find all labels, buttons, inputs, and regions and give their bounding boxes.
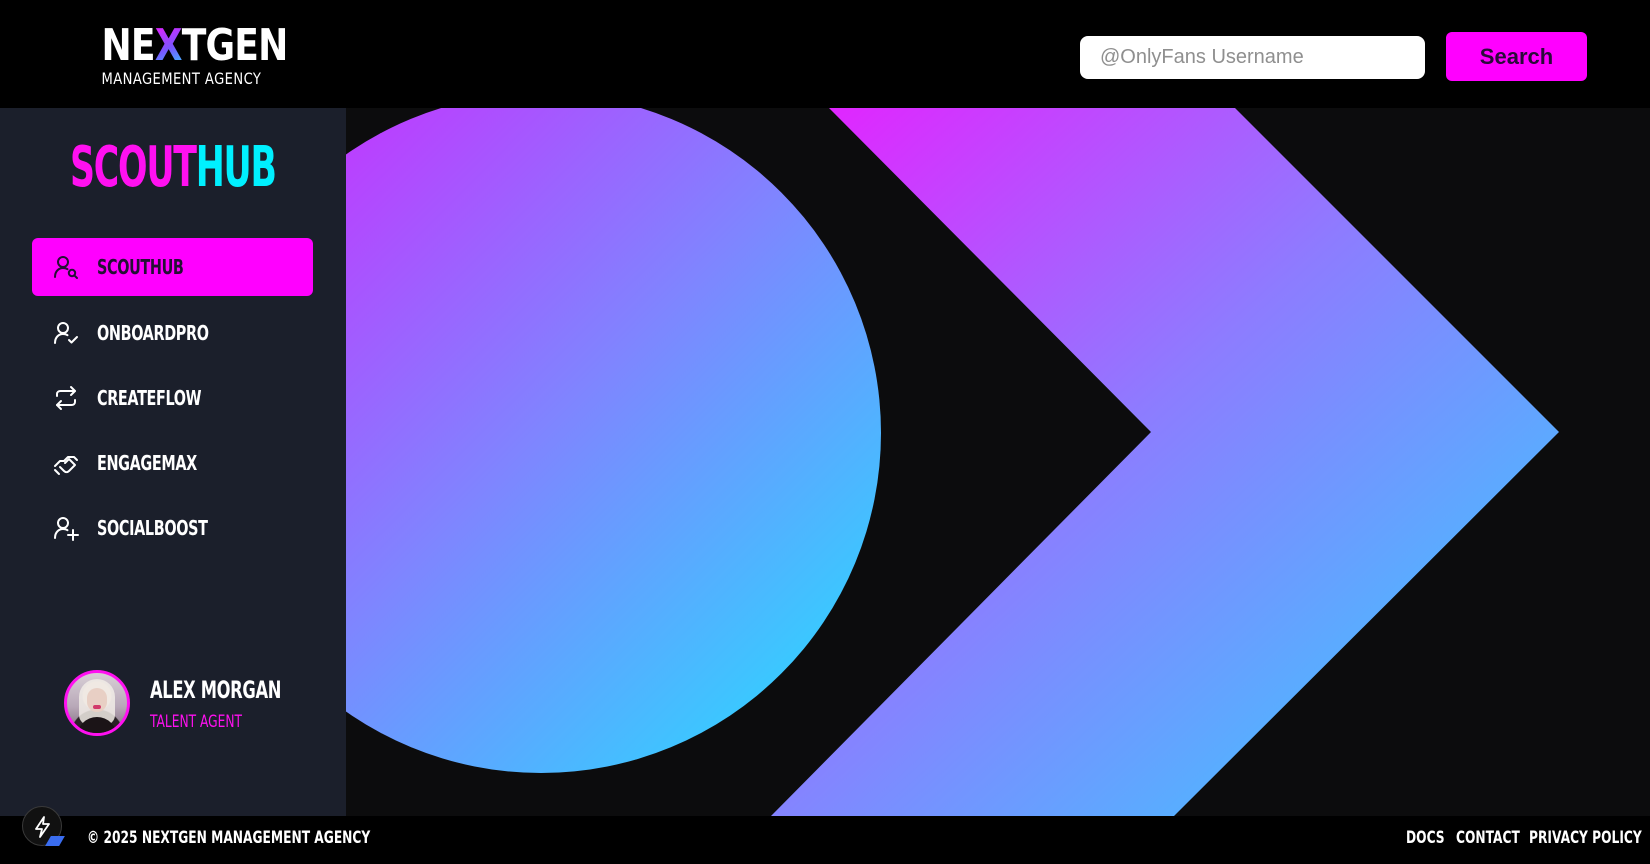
footer-link-docs[interactable]: DOCS <box>1406 828 1445 848</box>
footer-link-contact[interactable]: CONTACT <box>1456 828 1520 848</box>
sidebar-item-onboardpro[interactable]: ONBOARDPRO <box>32 304 313 362</box>
avatar <box>64 670 130 736</box>
scouthub-brand: SCOUTHUB <box>0 138 346 198</box>
logo-ne: NE <box>101 20 155 71</box>
logo-subtitle: MANAGEMENT AGENCY <box>101 69 262 88</box>
sidebar-item-label: SOCIALBOOST <box>97 516 208 540</box>
profile-name: ALEX MORGAN <box>150 676 282 704</box>
sidebar-item-label: CREATEFLOW <box>97 386 202 410</box>
search-button[interactable]: Search <box>1446 32 1587 81</box>
sidebar-item-label: ONBOARDPRO <box>97 321 209 345</box>
hero-shapes <box>346 108 1559 816</box>
repeat-icon <box>56 386 76 410</box>
sidebar-item-engagemax[interactable]: ENGAGEMAX <box>32 434 313 492</box>
user-search-icon <box>54 256 78 279</box>
brand-part-scout: SCOUT <box>70 135 197 200</box>
copyright-text: © 2025 NEXTGEN MANAGEMENT AGENCY <box>87 828 371 848</box>
sidebar: SCOUTHUB SCOUTHUB ONBOARDPRO CREATEFLOW <box>0 108 346 816</box>
footer: © 2025 NEXTGEN MANAGEMENT AGENCY DOCS CO… <box>0 816 1650 864</box>
search-input[interactable] <box>1080 36 1425 79</box>
user-plus-icon <box>54 517 79 541</box>
nextgen-logo[interactable]: NEXTGEN MANAGEMENT AGENCY <box>86 20 288 88</box>
profile-role: TALENT AGENT <box>150 712 242 732</box>
sidebar-item-socialboost[interactable]: SOCIALBOOST <box>32 499 313 557</box>
footer-link-privacy-policy[interactable]: PRIVACY POLICY <box>1529 828 1642 848</box>
logo-wordmark: NEXTGEN <box>101 20 288 71</box>
user-profile[interactable]: ALEX MORGAN TALENT AGENT <box>64 670 324 740</box>
hero-graphic <box>346 108 1650 816</box>
logo-x: X <box>154 20 183 71</box>
brand-part-hub: HUB <box>195 135 277 200</box>
user-check-icon <box>54 322 78 344</box>
sidebar-item-label: SCOUTHUB <box>97 255 184 279</box>
handshake-icon <box>54 456 78 475</box>
sidebar-item-label: ENGAGEMAX <box>97 451 197 475</box>
hero-chevron <box>771 108 1559 816</box>
sidebar-item-createflow[interactable]: CREATEFLOW <box>32 369 313 427</box>
top-header: NEXTGEN MANAGEMENT AGENCY Search <box>0 0 1650 108</box>
hero-circle <box>346 108 881 773</box>
lightning-icon <box>35 816 50 838</box>
sidebar-item-scouthub[interactable]: SCOUTHUB <box>32 238 313 296</box>
logo-tgen: TGEN <box>181 20 289 71</box>
